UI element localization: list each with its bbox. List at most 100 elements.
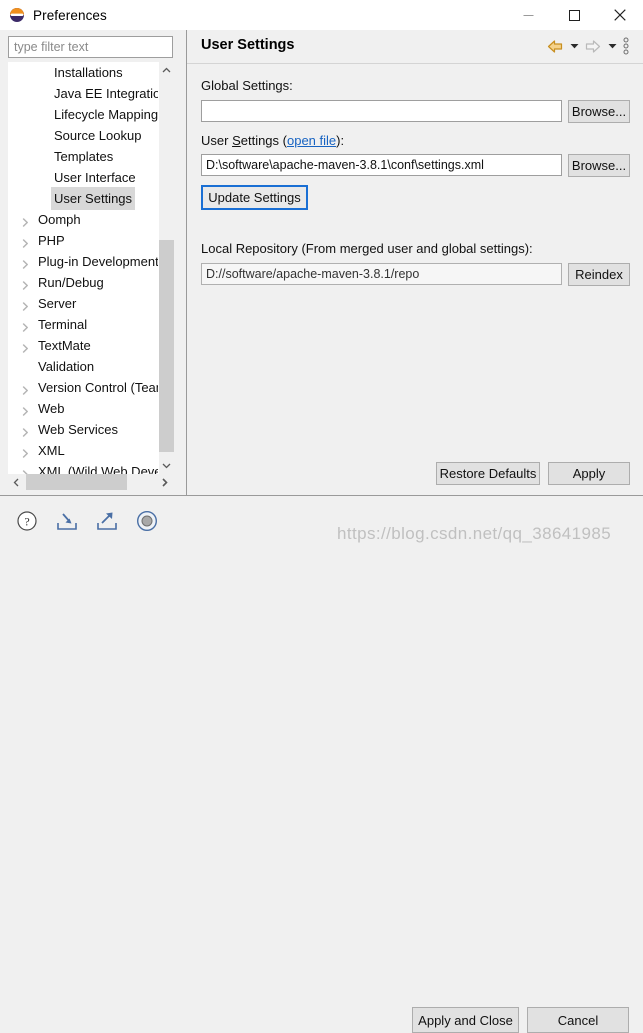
tree-hscroll-thumb[interactable] [26, 474, 127, 490]
tree-item-label: Validation [38, 359, 95, 374]
tree-item-label: XML (Wild Web Devel [38, 464, 165, 474]
chevron-right-icon[interactable] [22, 296, 36, 311]
tree-item[interactable]: User Interface [8, 167, 158, 188]
chevron-right-icon[interactable] [22, 380, 36, 395]
tree-item-label: TextMate [38, 338, 91, 353]
forward-history-chevron-down-icon[interactable] [605, 36, 619, 56]
tree-item-label: Oomph [38, 212, 81, 227]
vertical-dots-icon[interactable] [619, 36, 633, 56]
chevron-right-icon[interactable] [22, 464, 36, 474]
apply-and-close-button[interactable]: Apply and Close [412, 1007, 519, 1033]
back-history-chevron-down-icon[interactable] [567, 36, 581, 56]
tree-item[interactable]: Installations [8, 62, 158, 83]
scroll-down-icon[interactable] [159, 457, 174, 474]
user-settings-label-mnemonic: S [232, 133, 241, 148]
close-button[interactable] [597, 0, 643, 30]
user-settings-browse-button[interactable]: Browse... [568, 154, 630, 177]
help-icon[interactable]: ? [14, 508, 40, 534]
tree-item[interactable]: Version Control (Team [8, 377, 167, 398]
user-settings-label-prefix: User [201, 133, 233, 148]
user-settings-label-close: ): [336, 133, 345, 148]
tree-item[interactable]: Terminal [8, 314, 158, 335]
tree-item-label: User Settings [51, 187, 136, 210]
tree-item-label: Version Control (Team [38, 380, 167, 395]
chevron-right-icon[interactable] [22, 401, 36, 416]
import-icon[interactable] [54, 508, 80, 534]
global-settings-label-text: Global Settings: [201, 78, 293, 93]
tree-item[interactable]: PHP [8, 230, 158, 251]
chevron-right-icon[interactable] [22, 422, 36, 437]
tree-vertical-scrollbar[interactable] [158, 62, 174, 474]
forward-arrow-icon[interactable] [581, 36, 605, 56]
global-settings-browse-button[interactable]: Browse... [568, 100, 630, 123]
tree-item-label: Run/Debug [38, 275, 104, 290]
footer-icon-group: ? [14, 508, 160, 534]
filter-input[interactable] [8, 36, 173, 58]
tree-scroll-thumb[interactable] [159, 240, 174, 452]
tree-item[interactable]: Templates [8, 146, 158, 167]
tree-item[interactable]: Plug-in Development [8, 251, 159, 272]
chevron-right-icon[interactable] [22, 338, 36, 353]
tree-item[interactable]: Web Services [8, 419, 158, 440]
chevron-right-icon[interactable] [22, 212, 36, 227]
tree-item[interactable]: Validation [8, 356, 158, 377]
global-settings-label: Global Settings: [201, 78, 293, 93]
tree-item-label: Server [38, 296, 77, 311]
record-icon[interactable] [134, 508, 160, 534]
tree-item[interactable]: Java EE Integration [8, 83, 167, 104]
page-title: User Settings [201, 37, 295, 53]
scroll-up-icon[interactable] [159, 62, 174, 79]
update-settings-button[interactable]: Update Settings [201, 185, 308, 210]
tree-item-label: Source Lookup [54, 128, 142, 143]
tree-item[interactable]: Run/Debug [8, 272, 158, 293]
tree-item[interactable]: Web [8, 398, 158, 419]
chevron-right-icon[interactable] [22, 443, 36, 458]
tree-item[interactable]: Lifecycle Mappings [8, 104, 165, 125]
window-controls [505, 0, 643, 30]
tree-item[interactable]: Source Lookup [8, 125, 158, 146]
preferences-tree[interactable]: Installations Java EE Integration Lifecycl… [8, 62, 173, 474]
back-arrow-icon[interactable] [543, 36, 567, 56]
local-repository-input[interactable] [201, 263, 562, 285]
tree-item-label: Lifecycle Mappings [54, 107, 165, 122]
tree-item-label: Java EE Integration [54, 86, 168, 101]
tree-item[interactable]: XML (Wild Web Devel [8, 461, 164, 474]
chevron-right-icon[interactable] [22, 233, 36, 248]
tree-item[interactable]: TextMate [8, 335, 158, 356]
header-rule [187, 63, 643, 64]
minimize-button[interactable] [505, 0, 551, 30]
tree-item[interactable]: User Settings [8, 187, 158, 210]
cancel-button[interactable]: Cancel [527, 1007, 629, 1033]
local-repository-label: Local Repository (From merged user and g… [201, 241, 533, 256]
tree-item[interactable]: Oomph [8, 209, 158, 230]
tree-item-label: Terminal [38, 317, 88, 332]
eclipse-icon [9, 7, 25, 23]
panel-toolbar [543, 36, 633, 56]
tree-item-label: XML [38, 443, 65, 458]
restore-defaults-button[interactable]: Restore Defaults [436, 462, 540, 485]
maximize-button[interactable] [551, 0, 597, 30]
preferences-dialog: Preferences Installations Java EE Integra… [0, 0, 643, 1033]
chevron-right-icon[interactable] [22, 317, 36, 332]
reindex-button[interactable]: Reindex [568, 263, 630, 286]
tree-item-label: Templates [54, 149, 114, 164]
chevron-right-icon[interactable] [22, 275, 36, 290]
user-settings-input[interactable] [201, 154, 562, 176]
tree-item[interactable]: XML [8, 440, 158, 461]
scroll-right-icon[interactable] [156, 474, 173, 490]
scroll-left-icon[interactable] [8, 474, 25, 490]
title-bar: Preferences [0, 0, 643, 30]
tree-item-label: Web Services [38, 422, 118, 437]
apply-button[interactable]: Apply [548, 462, 630, 485]
tree-item[interactable]: Server [8, 293, 158, 314]
global-settings-input[interactable] [201, 100, 562, 122]
window-title: Preferences [33, 7, 107, 23]
tree-item-label: Plug-in Development [38, 254, 159, 269]
tree-horizontal-scrollbar[interactable] [8, 474, 173, 490]
user-settings-label: User Settings (open file): [201, 133, 344, 148]
open-file-link[interactable]: open file [287, 133, 336, 148]
chevron-right-icon[interactable] [22, 254, 36, 269]
export-icon[interactable] [94, 508, 120, 534]
settings-panel: User Settings Global Settings: Browse...… [187, 30, 643, 495]
tree-item-label: Installations [54, 65, 123, 80]
